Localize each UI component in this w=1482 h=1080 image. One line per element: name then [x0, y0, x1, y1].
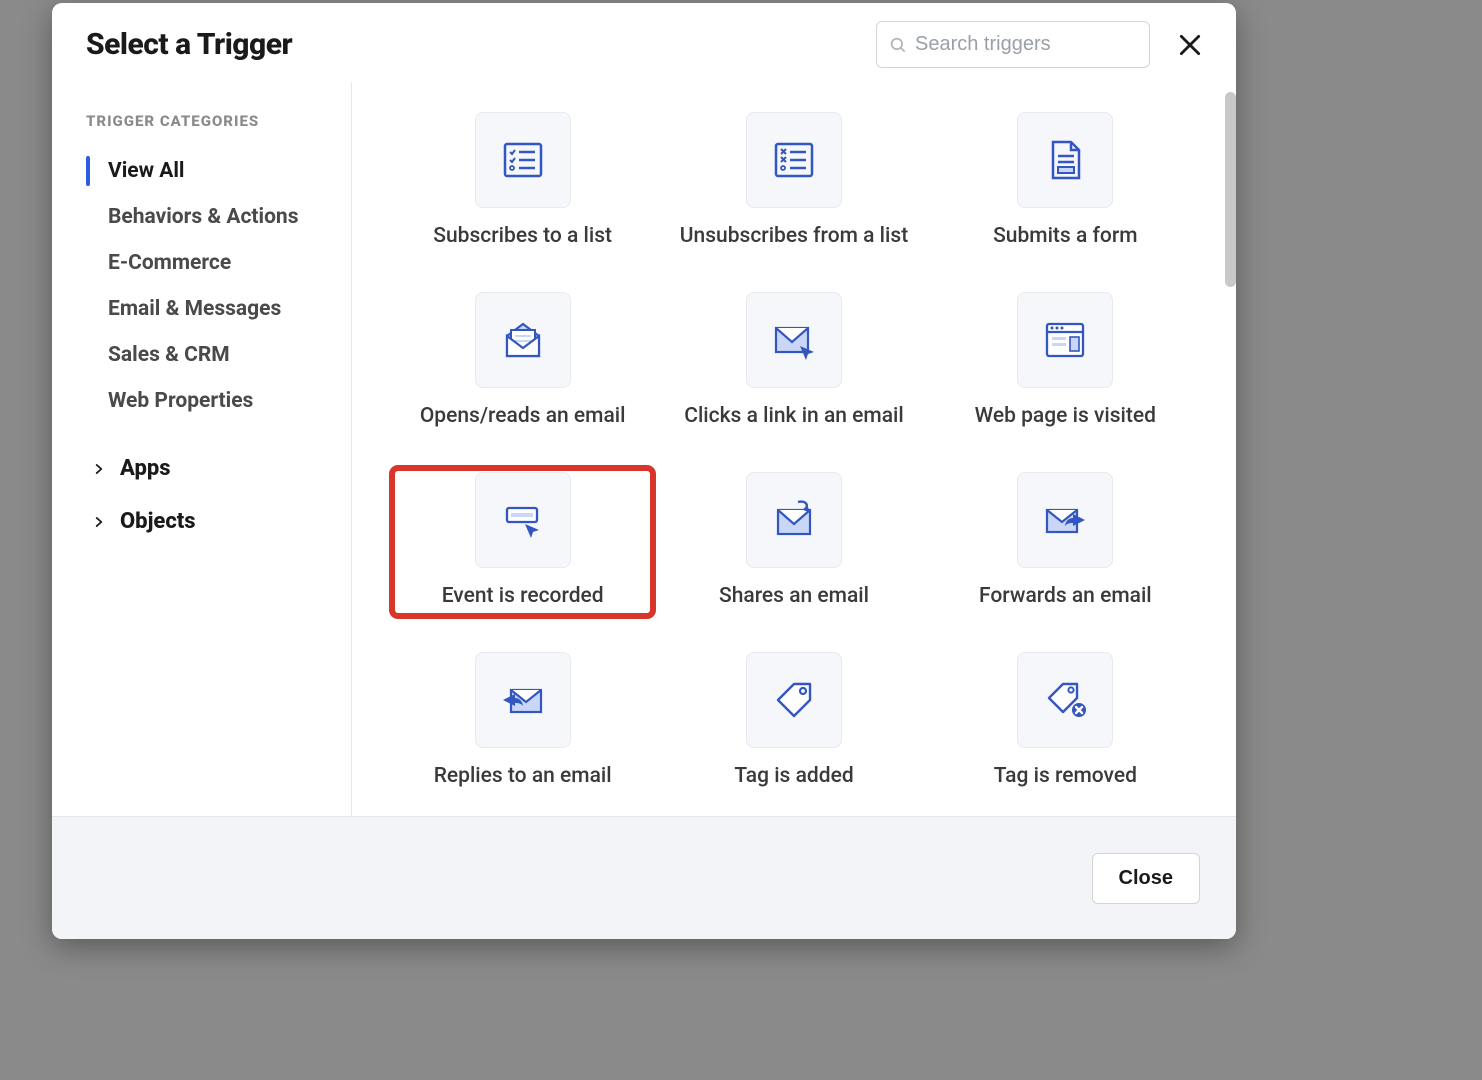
- trigger-label: Clicks a link in an email: [684, 404, 904, 428]
- document-icon: [1041, 136, 1089, 184]
- trigger-content: Subscribes to a list Unsubscribes from a…: [352, 82, 1236, 816]
- modal-title: Select a Trigger: [86, 27, 292, 62]
- category-list: View AllBehaviors & ActionsE-CommerceEma…: [86, 148, 331, 424]
- category-item[interactable]: Web Properties: [86, 378, 331, 424]
- category-item[interactable]: Behaviors & Actions: [86, 194, 331, 240]
- chevron-right-icon: [92, 462, 106, 476]
- trigger-icon-box: [1017, 652, 1113, 748]
- modal-footer: Close: [52, 816, 1236, 939]
- trigger-label: Tag is added: [734, 764, 853, 788]
- modal-header: Select a Trigger: [52, 3, 1236, 82]
- content-scrollbar[interactable]: [1225, 92, 1236, 287]
- trigger-icon-box: [1017, 472, 1113, 568]
- expandable-list: Apps Objects: [86, 442, 331, 548]
- trigger-item[interactable]: Clicks a link in an email: [663, 288, 924, 436]
- tagRemove-icon: [1041, 676, 1089, 724]
- expandable-item[interactable]: Apps: [86, 442, 331, 495]
- webpage-icon: [1041, 316, 1089, 364]
- trigger-icon-box: [475, 472, 571, 568]
- mailShare-icon: [770, 496, 818, 544]
- trigger-icon-box: [746, 112, 842, 208]
- trigger-item[interactable]: Shares an email: [663, 468, 924, 616]
- sidebar: TRIGGER CATEGORIES View AllBehaviors & A…: [52, 82, 352, 816]
- close-icon: [1177, 32, 1203, 58]
- select-trigger-modal: Select a Trigger TRIGGER CATEGORIES View…: [52, 3, 1236, 939]
- trigger-label: Subscribes to a list: [433, 224, 612, 248]
- category-item[interactable]: E-Commerce: [86, 240, 331, 286]
- expandable-item[interactable]: Objects: [86, 495, 331, 548]
- trigger-item[interactable]: Opens/reads an email: [392, 288, 653, 436]
- trigger-icon-box: [475, 292, 571, 388]
- chevron-right-icon: [92, 515, 106, 529]
- search-box[interactable]: [876, 21, 1150, 68]
- mailForward-icon: [1041, 496, 1089, 544]
- trigger-icon-box: [475, 112, 571, 208]
- trigger-label: Opens/reads an email: [420, 404, 626, 428]
- expandable-label: Apps: [120, 456, 171, 481]
- eventCursor-icon: [499, 496, 547, 544]
- trigger-grid: Subscribes to a list Unsubscribes from a…: [392, 108, 1196, 796]
- trigger-icon-box: [746, 652, 842, 748]
- search-input[interactable]: [915, 33, 1137, 56]
- tag-icon: [770, 676, 818, 724]
- trigger-label: Submits a form: [993, 224, 1137, 248]
- sidebar-heading: TRIGGER CATEGORIES: [86, 112, 331, 130]
- trigger-item[interactable]: Event is recorded: [392, 468, 653, 616]
- mailReply-icon: [499, 676, 547, 724]
- trigger-item[interactable]: Web page is visited: [935, 288, 1196, 436]
- trigger-icon-box: [475, 652, 571, 748]
- trigger-icon-box: [746, 292, 842, 388]
- trigger-icon-box: [1017, 292, 1113, 388]
- close-footer-button[interactable]: Close: [1092, 853, 1200, 904]
- trigger-item[interactable]: Submits a form: [935, 108, 1196, 256]
- trigger-label: Forwards an email: [979, 584, 1152, 608]
- trigger-item[interactable]: Subscribes to a list: [392, 108, 653, 256]
- trigger-icon-box: [1017, 112, 1113, 208]
- modal-body: TRIGGER CATEGORIES View AllBehaviors & A…: [52, 82, 1236, 816]
- trigger-label: Event is recorded: [442, 584, 604, 608]
- trigger-label: Web page is visited: [975, 404, 1156, 428]
- trigger-label: Shares an email: [719, 584, 869, 608]
- openMail-icon: [499, 316, 547, 364]
- trigger-item[interactable]: Tag is removed: [935, 648, 1196, 796]
- trigger-item[interactable]: Tag is added: [663, 648, 924, 796]
- header-right: [876, 21, 1206, 68]
- trigger-label: Tag is removed: [994, 764, 1137, 788]
- mailCursor-icon: [770, 316, 818, 364]
- trigger-icon-box: [746, 472, 842, 568]
- trigger-label: Unsubscribes from a list: [680, 224, 908, 248]
- trigger-item[interactable]: Replies to an email: [392, 648, 653, 796]
- expandable-label: Objects: [120, 509, 196, 534]
- trigger-item[interactable]: Unsubscribes from a list: [663, 108, 924, 256]
- close-button[interactable]: [1174, 29, 1206, 61]
- category-item[interactable]: Email & Messages: [86, 286, 331, 332]
- category-item[interactable]: View All: [86, 148, 331, 194]
- listCheck-icon: [499, 136, 547, 184]
- trigger-label: Replies to an email: [434, 764, 612, 788]
- trigger-item[interactable]: Forwards an email: [935, 468, 1196, 616]
- listX-icon: [770, 136, 818, 184]
- category-item[interactable]: Sales & CRM: [86, 332, 331, 378]
- search-icon: [889, 36, 907, 54]
